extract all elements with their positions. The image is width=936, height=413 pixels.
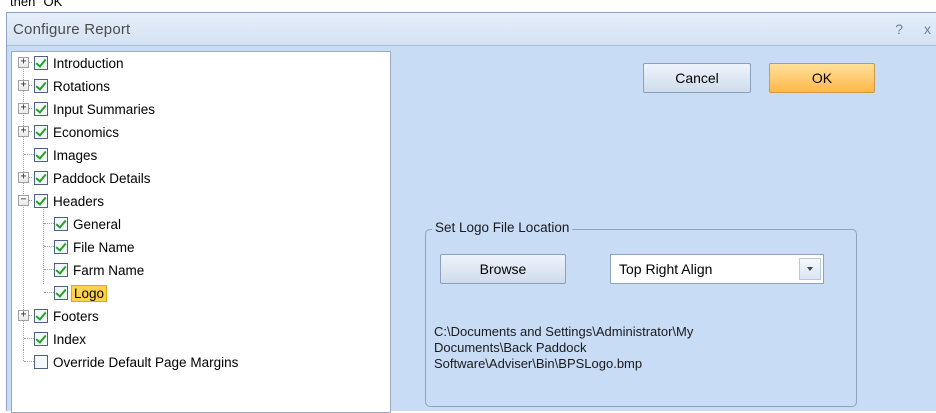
checkbox[interactable] bbox=[54, 286, 68, 300]
collapse-toggle[interactable]: − bbox=[18, 195, 29, 206]
tree-connector bbox=[43, 206, 44, 284]
chevron-down-icon[interactable] bbox=[799, 258, 821, 280]
tree-item-file-name[interactable]: File Name bbox=[54, 236, 137, 258]
checkbox[interactable] bbox=[34, 148, 48, 162]
logo-file-path: C:\Documents and Settings\Administrator\… bbox=[434, 324, 844, 372]
expand-toggle[interactable]: + bbox=[18, 172, 29, 183]
group-legend: Set Logo File Location bbox=[432, 220, 573, 235]
ok-button[interactable]: OK bbox=[769, 63, 875, 93]
checkbox[interactable] bbox=[34, 332, 48, 346]
logo-alignment-select[interactable]: Top Right Align bbox=[610, 254, 824, 284]
help-button[interactable]: ? bbox=[895, 21, 903, 37]
configure-report-dialog: Configure Report ? x + Introduction + Ro… bbox=[6, 12, 936, 413]
tree-item-logo[interactable]: Logo bbox=[54, 282, 108, 304]
expand-toggle[interactable]: + bbox=[18, 80, 29, 91]
checkbox[interactable] bbox=[34, 171, 48, 185]
close-button[interactable]: x bbox=[924, 21, 931, 37]
tree-item-paddock-details[interactable]: Paddock Details bbox=[34, 167, 153, 189]
path-line: Software\Adviser\Bin\BPSLogo.bmp bbox=[434, 356, 643, 371]
checkbox[interactable] bbox=[54, 240, 68, 254]
checkbox[interactable] bbox=[34, 79, 48, 93]
path-line: Documents\Back Paddock bbox=[434, 340, 587, 355]
background-text-fragment: then "OK" bbox=[0, 0, 936, 12]
tree-item-footers[interactable]: Footers bbox=[34, 305, 101, 327]
checkbox[interactable] bbox=[34, 56, 48, 70]
tree-item-images[interactable]: Images bbox=[34, 144, 99, 166]
tree-item-introduction[interactable]: Introduction bbox=[34, 52, 126, 74]
checkbox[interactable] bbox=[54, 217, 68, 231]
tree-item-economics[interactable]: Economics bbox=[34, 121, 121, 143]
checkbox[interactable] bbox=[54, 263, 68, 277]
tree-item-farm-name[interactable]: Farm Name bbox=[54, 259, 146, 281]
title-bar: Configure Report ? x bbox=[7, 13, 936, 46]
report-sections-tree: + Introduction + Rotations + Input Summa… bbox=[11, 51, 391, 413]
logo-location-group: Set Logo File Location Browse Top Right … bbox=[425, 220, 857, 407]
expand-toggle[interactable]: + bbox=[18, 310, 29, 321]
tree-item-index[interactable]: Index bbox=[34, 328, 88, 350]
expand-toggle[interactable]: + bbox=[18, 126, 29, 137]
expand-toggle[interactable]: + bbox=[18, 103, 29, 114]
expand-toggle[interactable]: + bbox=[18, 57, 29, 68]
path-line: C:\Documents and Settings\Administrator\… bbox=[434, 324, 694, 339]
checkbox[interactable] bbox=[34, 309, 48, 323]
checkbox[interactable] bbox=[34, 355, 48, 369]
tree-item-input-summaries[interactable]: Input Summaries bbox=[34, 98, 157, 120]
browse-button[interactable]: Browse bbox=[440, 254, 566, 284]
checkbox[interactable] bbox=[34, 194, 48, 208]
checkbox[interactable] bbox=[34, 102, 48, 116]
cancel-button[interactable]: Cancel bbox=[643, 63, 751, 93]
selected-alignment: Top Right Align bbox=[619, 261, 713, 277]
tree-item-headers[interactable]: Headers bbox=[34, 190, 106, 212]
checkbox[interactable] bbox=[34, 125, 48, 139]
tree-item-override-margins[interactable]: Override Default Page Margins bbox=[34, 351, 240, 373]
dialog-title: Configure Report bbox=[13, 21, 131, 38]
tree-item-rotations[interactable]: Rotations bbox=[34, 75, 112, 97]
tree-item-general[interactable]: General bbox=[54, 213, 123, 235]
